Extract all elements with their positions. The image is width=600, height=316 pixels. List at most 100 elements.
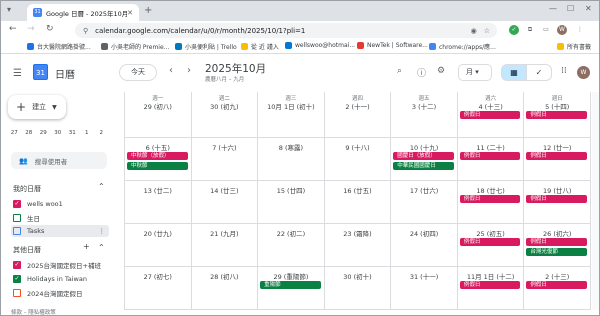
day-number[interactable]: 26 (初六) (524, 228, 590, 238)
day-cell[interactable]: 週一 29 (初八) (125, 92, 192, 138)
new-tab-icon[interactable]: + (144, 5, 152, 16)
day-cell[interactable]: 7 (十六) (191, 138, 259, 181)
day-cell[interactable]: 11 (二十) 例假日 (457, 138, 525, 181)
checkbox-checked-icon[interactable]: ✓ (13, 275, 21, 283)
next-month-icon[interactable]: › (187, 65, 191, 76)
browser-menu-icon[interactable]: ⋮ (575, 25, 585, 35)
apps-grid-icon[interactable]: ⁞⁞ (561, 66, 567, 76)
day-number[interactable]: 24 (初四) (391, 228, 457, 238)
day-cell[interactable]: 16 (廿五) (324, 181, 392, 224)
day-cell[interactable]: 22 (初二) (258, 224, 325, 267)
day-cell[interactable]: 週六 4 (十三) 例假日 (457, 92, 525, 138)
event-chip[interactable]: 例假日 (459, 152, 521, 160)
bookmark-item[interactable]: 從 近 謹入 (241, 42, 279, 51)
day-number[interactable]: 28 (初八) (192, 271, 258, 281)
forward-icon[interactable]: → (27, 24, 35, 34)
mini-day[interactable]: 31 (65, 130, 80, 136)
mini-day[interactable]: 2 (94, 130, 109, 136)
event-chip[interactable]: 國慶日（放假） (393, 152, 454, 160)
day-number[interactable]: 9 (十八) (325, 142, 391, 152)
calendar-item-tw-holidays-2024[interactable]: 2024台灣國定假日 (13, 287, 113, 299)
day-number[interactable]: 13 (廿二) (125, 185, 191, 195)
maximize-icon[interactable]: ☐ (567, 4, 574, 13)
calendar-view-toggle[interactable]: ▦ (501, 64, 527, 81)
day-cell[interactable]: 18 (廿七) 例假日 (457, 181, 525, 224)
url-text[interactable]: calendar.google.com/calendar/u/0/r/month… (95, 27, 470, 35)
bookmark-item[interactable]: chrome://apps/應... (429, 42, 496, 51)
day-cell[interactable]: 8 (寒露) (258, 138, 325, 181)
mini-day[interactable]: 29 (36, 130, 51, 136)
checkbox-unchecked-icon[interactable] (13, 289, 21, 297)
event-chip[interactable]: 例假日 (526, 195, 587, 203)
main-menu-icon[interactable]: ☰ (13, 68, 22, 79)
day-cell[interactable]: 週五 3 (十二) (391, 92, 458, 138)
day-number[interactable]: 6 (十五) (125, 142, 191, 152)
day-cell[interactable]: 17 (廿六) (391, 181, 458, 224)
event-chip[interactable]: 台灣光復節 (526, 248, 587, 256)
day-cell[interactable]: 15 (廿四) (258, 181, 325, 224)
mini-day[interactable]: 28 (22, 130, 37, 136)
day-cell[interactable]: 30 (初十) (324, 267, 392, 310)
day-number[interactable]: 18 (廿七) (458, 185, 524, 195)
day-cell[interactable]: 週四 2 (十一) (324, 92, 392, 138)
day-number[interactable]: 31 (十一) (391, 271, 457, 281)
event-chip[interactable]: 例假日 (459, 238, 521, 246)
more-options-icon[interactable]: ⋮ (99, 227, 106, 235)
day-cell[interactable]: 20 (廿九) (125, 224, 192, 267)
day-cell[interactable]: 29 (重陽節) 重陽節 (258, 267, 325, 310)
day-cell[interactable]: 21 (九月) (191, 224, 259, 267)
day-number[interactable]: 2 (十一) (325, 101, 391, 111)
day-number[interactable]: 3 (十二) (391, 101, 457, 111)
install-icon[interactable]: ◉ (471, 27, 477, 35)
calendar-item-tw-holidays-2025[interactable]: ✓ 2025台灣國定假日+補班 (13, 259, 113, 271)
sidepanel-icon[interactable]: ▭ (541, 25, 551, 35)
day-cell[interactable]: 13 (廿二) (125, 181, 192, 224)
day-number[interactable]: 15 (廿四) (258, 185, 324, 195)
day-cell[interactable]: 11月 1日 (十二) 例假日 (457, 267, 525, 310)
event-chip[interactable]: 例假日 (526, 281, 587, 289)
day-number[interactable]: 20 (廿九) (125, 228, 191, 238)
event-chip[interactable]: 例假日 (459, 111, 521, 119)
day-number[interactable]: 19 (廿八) (524, 185, 590, 195)
day-number[interactable]: 16 (廿五) (325, 185, 391, 195)
day-number[interactable]: 7 (十六) (192, 142, 258, 152)
address-bar[interactable]: ⚲ calendar.google.com/calendar/u/0/r/mon… (75, 23, 497, 38)
day-number[interactable]: 30 (初九) (192, 101, 258, 111)
bookmark-star-icon[interactable]: ☆ (484, 27, 490, 35)
search-icon[interactable]: ⌕ (397, 66, 402, 76)
mini-day[interactable]: 30 (51, 130, 66, 136)
day-number[interactable]: 11月 1日 (十二) (458, 271, 524, 281)
day-cell[interactable]: 週三 10月 1日 (初十) (258, 92, 325, 138)
collapse-other-calendars-icon[interactable]: ⌃ (98, 243, 105, 252)
day-number[interactable]: 11 (二十) (458, 142, 524, 152)
checkbox-unchecked-icon[interactable] (13, 227, 21, 235)
search-users-input[interactable]: 👥 搜尋使用者 (11, 152, 107, 169)
day-cell[interactable]: 10 (十九) 國慶日（放假） 中華民國國慶日 (391, 138, 458, 181)
event-chip[interactable]: 例假日 (526, 152, 587, 160)
checkbox-checked-icon[interactable]: ✓ (13, 200, 21, 208)
day-cell[interactable]: 28 (初八) (191, 267, 259, 310)
day-cell[interactable]: 12 (廿一) 例假日 (524, 138, 591, 181)
settings-gear-icon[interactable]: ⚙ (437, 66, 445, 76)
event-chip[interactable]: 例假日 (526, 111, 587, 119)
day-number[interactable]: 27 (初七) (125, 271, 191, 281)
day-number[interactable]: 29 (重陽節) (258, 271, 324, 281)
day-cell[interactable]: 25 (初五) 例假日 (457, 224, 525, 267)
prev-month-icon[interactable]: ‹ (169, 65, 173, 76)
day-cell[interactable]: 週日 5 (十四) 例假日 (524, 92, 591, 138)
browser-tab[interactable]: 31 Google 日曆 - 2025年10月 ✕ (27, 4, 139, 21)
day-number[interactable]: 21 (九月) (192, 228, 258, 238)
close-tab-icon[interactable]: ✕ (127, 9, 133, 17)
day-number[interactable]: 12 (廿一) (524, 142, 590, 152)
day-number[interactable]: 4 (十三) (458, 101, 524, 111)
day-number[interactable]: 17 (廿六) (391, 185, 457, 195)
event-chip[interactable]: 例假日 (526, 238, 587, 246)
extensions-icon[interactable]: ⧉ (525, 25, 535, 35)
day-number[interactable]: 10月 1日 (初十) (258, 101, 324, 111)
add-calendar-icon[interactable]: + (83, 242, 90, 251)
all-bookmarks[interactable]: 所有書籤 (557, 42, 591, 51)
day-cell[interactable]: 14 (廿三) (191, 181, 259, 224)
bookmark-item[interactable]: NewTek | Software... (357, 42, 428, 49)
day-cell[interactable]: 週二 30 (初九) (191, 92, 259, 138)
day-number[interactable]: 10 (十九) (391, 142, 457, 152)
